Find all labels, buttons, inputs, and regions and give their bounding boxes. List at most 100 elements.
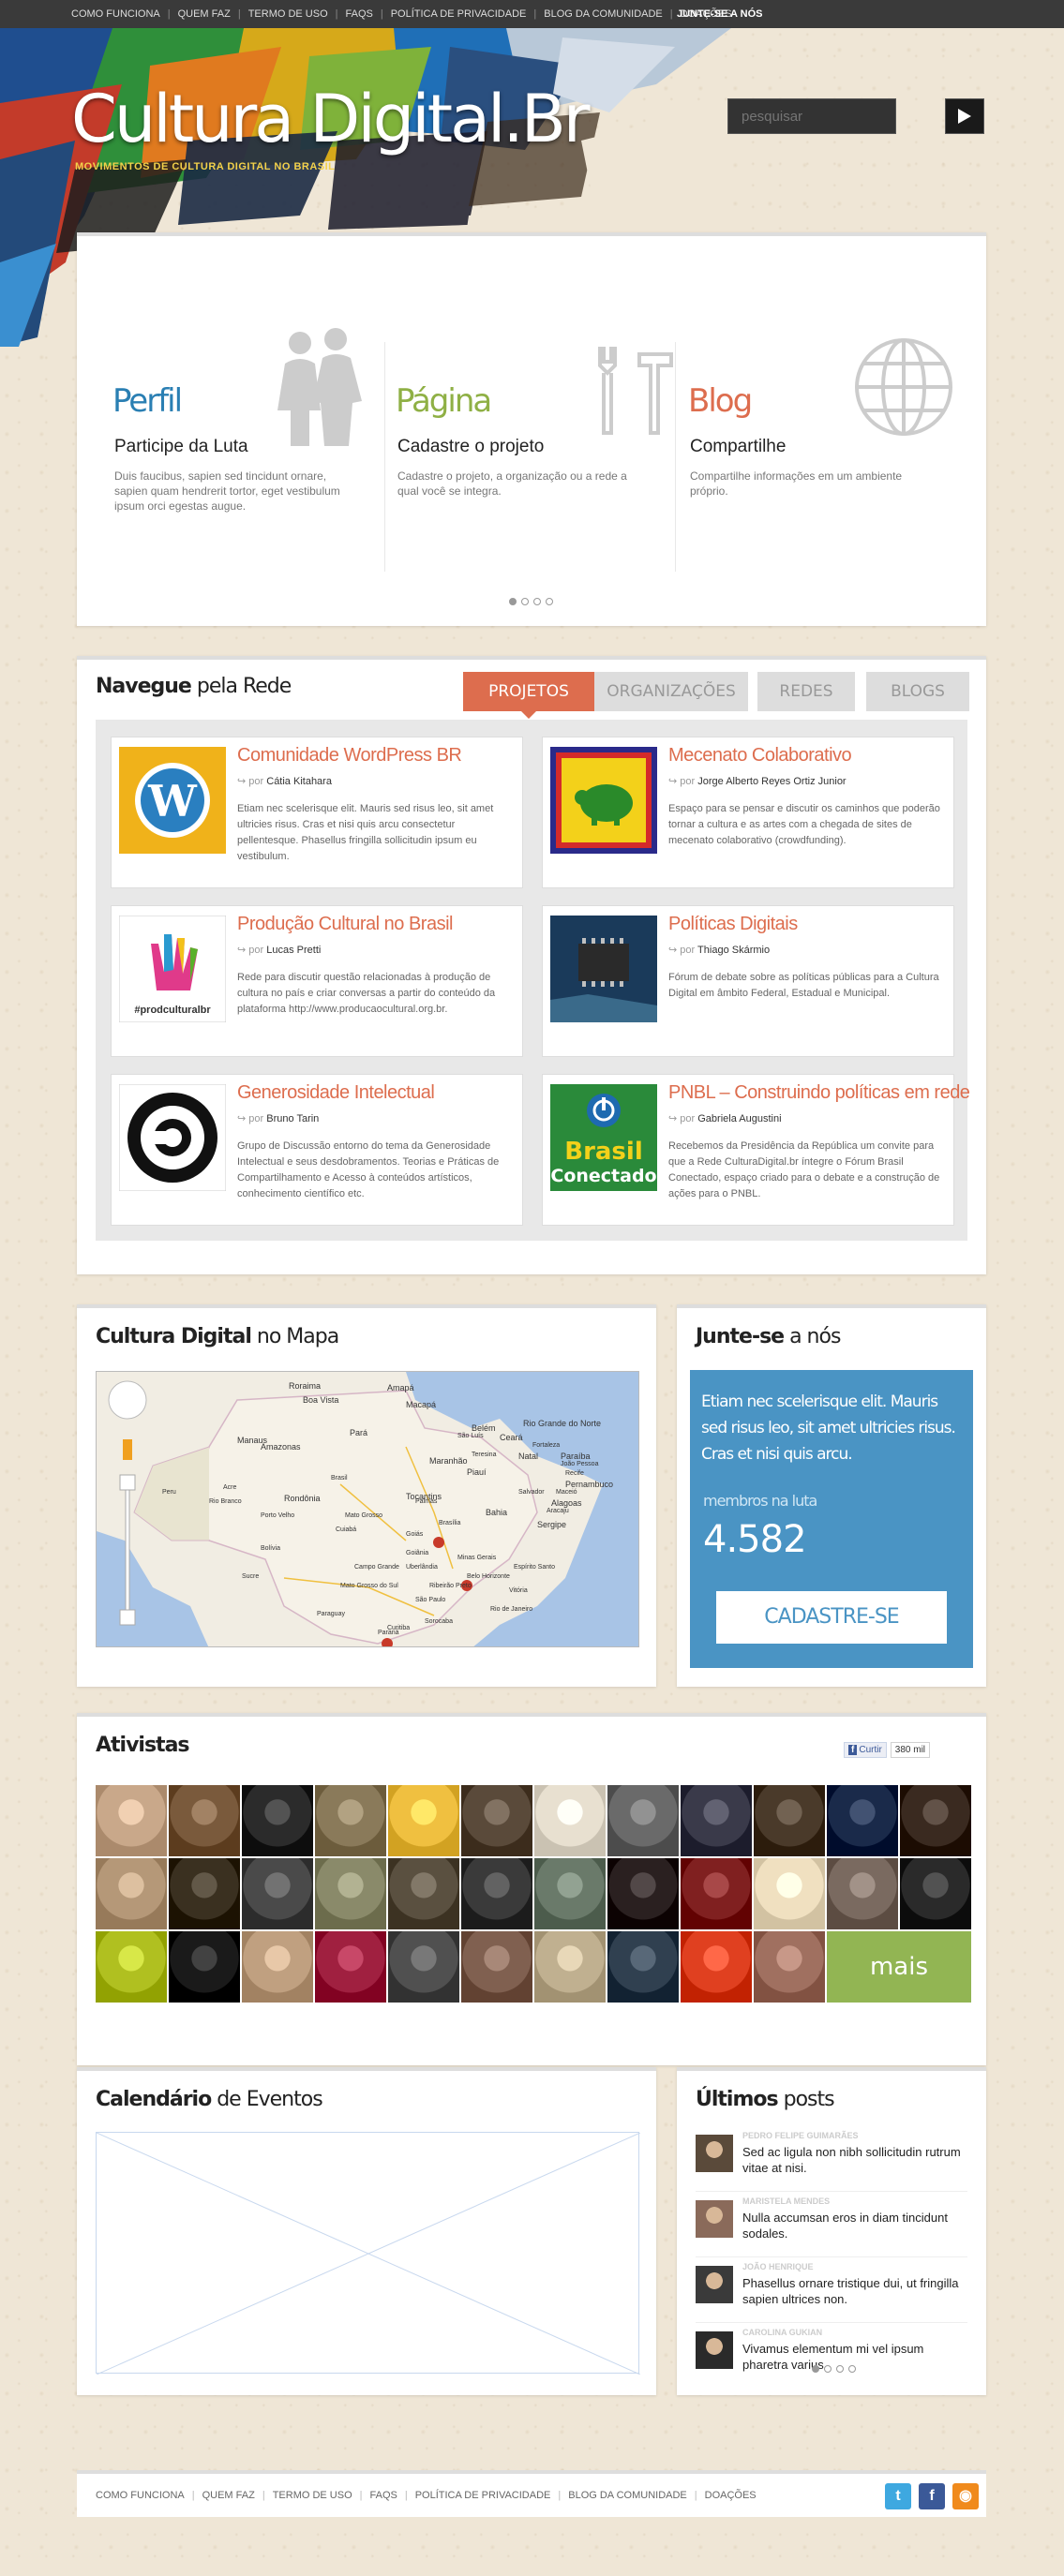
signup-button[interactable]: CADASTRE-SE — [716, 1591, 947, 1644]
activist-avatar[interactable] — [681, 1858, 752, 1929]
activist-avatar[interactable] — [534, 1785, 606, 1856]
latest-post-item[interactable]: PEDRO FELIPE GUIMARÃES Sed ac ligula non … — [696, 2131, 977, 2195]
nav-link[interactable]: FAQS — [338, 8, 381, 20]
tab-organizações[interactable]: ORGANIZAÇÕES — [594, 672, 748, 711]
tab-blogs[interactable]: BLOGS — [866, 672, 969, 711]
post-title[interactable]: Sed ac ligula non nibh sollicitudin rutr… — [742, 2144, 967, 2176]
card-title[interactable]: Comunidade WordPress BR — [237, 745, 462, 767]
card-title[interactable]: Generosidade Intelectual — [237, 1082, 435, 1104]
activist-avatar[interactable] — [754, 1931, 825, 2003]
activist-avatar[interactable] — [388, 1785, 459, 1856]
nav-link[interactable]: TERMO DE USO — [241, 8, 336, 20]
activist-avatar[interactable] — [388, 1931, 459, 2003]
search-button[interactable] — [945, 98, 984, 134]
slider-item-blog[interactable]: Blog Compartilhe Compartilhe informações e… — [688, 232, 969, 570]
activist-avatar[interactable] — [315, 1785, 386, 1856]
nav-link[interactable]: POLÍTICA DE PRIVACIDADE — [383, 8, 534, 20]
latest-post-item[interactable]: CAROLINA GUKIAN Vivamus elementum mi vel … — [696, 2328, 977, 2391]
activist-avatar[interactable] — [315, 1858, 386, 1929]
nav-link[interactable]: QUEM FAZ — [195, 2490, 262, 2501]
post-author-name[interactable]: MARISTELA MENDES — [742, 2196, 830, 2206]
pagination-dot[interactable] — [533, 598, 541, 605]
card-author-name[interactable]: Bruno Tarin — [266, 1113, 319, 1124]
activist-avatar[interactable] — [607, 1858, 679, 1929]
network-card[interactable]: W Comunidade WordPress BR ↪ por Cátia Kita… — [111, 737, 523, 888]
nav-link[interactable]: POLÍTICA DE PRIVACIDADE — [408, 2490, 559, 2501]
activist-avatar[interactable] — [754, 1785, 825, 1856]
card-title[interactable]: Políticas Digitais — [668, 914, 798, 935]
activist-avatar[interactable] — [96, 1785, 167, 1856]
card-author-name[interactable]: Jorge Alberto Reyes Ortiz Junior — [697, 776, 846, 787]
post-author-name[interactable]: PEDRO FELIPE GUIMARÃES — [742, 2131, 859, 2140]
facebook-icon[interactable]: f — [919, 2483, 945, 2509]
pagination-dot[interactable] — [509, 598, 517, 605]
card-title[interactable]: Produção Cultural no Brasil — [237, 914, 453, 935]
activist-avatar[interactable] — [607, 1785, 679, 1856]
nav-link[interactable]: COMO FUNCIONA — [71, 8, 168, 20]
post-title[interactable]: Nulla accumsan eros in diam tincidunt so… — [742, 2210, 967, 2241]
activist-avatar[interactable] — [96, 1931, 167, 2003]
slider-item-página[interactable]: Página Cadastre o projeto Cadastre o proje… — [396, 232, 677, 570]
network-card[interactable]: Brasil Conectado PNBL – Construindo políti… — [542, 1074, 970, 1226]
post-title[interactable]: Phasellus ornare tristique dui, ut fring… — [742, 2275, 967, 2307]
post-author-name[interactable]: CAROLINA GUKIAN — [742, 2328, 822, 2337]
card-title[interactable]: Mecenato Colaborativo — [668, 745, 852, 767]
activist-avatar[interactable] — [96, 1858, 167, 1929]
network-card[interactable]: #prodculturalbr Produção Cultural no Bras… — [111, 905, 523, 1057]
latest-post-item[interactable]: JOÃO HENRIQUE Phasellus ornare tristique … — [696, 2262, 977, 2326]
network-card[interactable]: Generosidade Intelectual ↪ por Bruno Tari… — [111, 1074, 523, 1226]
nav-link[interactable]: QUEM FAZ — [171, 8, 238, 20]
nav-link[interactable]: FAQS — [363, 2490, 405, 2501]
pagination-dot[interactable] — [521, 598, 529, 605]
activist-avatar[interactable] — [461, 1785, 532, 1856]
nav-link[interactable]: BLOG DA COMUNIDADE — [536, 8, 670, 20]
activist-avatar[interactable] — [315, 1931, 386, 2003]
activist-avatar[interactable] — [388, 1858, 459, 1929]
activist-avatar[interactable] — [827, 1858, 898, 1929]
twitter-icon[interactable]: t — [885, 2483, 911, 2509]
activist-avatar[interactable] — [900, 1858, 971, 1929]
activist-avatar[interactable] — [461, 1858, 532, 1929]
network-card[interactable]: Mecenato Colaborativo ↪ por Jorge Alberto… — [542, 737, 954, 888]
card-title[interactable]: PNBL – Construindo políticas em rede — [668, 1082, 970, 1104]
brazil-map[interactable]: Roraima Amapá Boa Vista Macapá Belém Manaus Am… — [96, 1371, 639, 1647]
pagination-dot[interactable] — [848, 2365, 856, 2373]
more-activists-button[interactable]: mais — [827, 1931, 971, 2003]
nav-link[interactable]: DOAÇÕES — [697, 2490, 764, 2501]
facebook-like-button[interactable]: f Curtir — [844, 1741, 887, 1758]
activist-avatar[interactable] — [534, 1931, 606, 2003]
nav-link[interactable]: COMO FUNCIONA — [96, 2490, 192, 2501]
activist-avatar[interactable] — [827, 1785, 898, 1856]
pagination-dot[interactable] — [546, 598, 553, 605]
site-logo[interactable]: Cultura Digital.Br — [71, 81, 591, 157]
post-author-name[interactable]: JOÃO HENRIQUE — [742, 2262, 814, 2271]
activist-avatar[interactable] — [607, 1931, 679, 2003]
activist-avatar[interactable] — [461, 1931, 532, 2003]
activist-avatar[interactable] — [242, 1785, 313, 1856]
nav-link[interactable]: BLOG DA COMUNIDADE — [561, 2490, 695, 2501]
activist-avatar[interactable] — [900, 1785, 971, 1856]
pagination-dot[interactable] — [812, 2365, 819, 2373]
latest-post-item[interactable]: MARISTELA MENDES Nulla accumsan eros in d… — [696, 2196, 977, 2260]
card-author-name[interactable]: Gabriela Augustini — [697, 1113, 781, 1124]
activist-avatar[interactable] — [754, 1858, 825, 1929]
card-author-name[interactable]: Thiago Skármio — [697, 945, 770, 956]
activist-avatar[interactable] — [242, 1931, 313, 2003]
tab-projetos[interactable]: PROJETOS — [463, 672, 594, 711]
activist-avatar[interactable] — [681, 1785, 752, 1856]
search-input[interactable] — [727, 98, 896, 134]
activist-avatar[interactable] — [169, 1858, 240, 1929]
pagination-dot[interactable] — [824, 2365, 832, 2373]
network-card[interactable]: Políticas Digitais ↪ por Thiago Skármio Fó… — [542, 905, 954, 1057]
activist-avatar[interactable] — [169, 1785, 240, 1856]
nav-link[interactable]: TERMO DE USO — [265, 2490, 360, 2501]
pagination-dot[interactable] — [836, 2365, 844, 2373]
rss-icon[interactable]: ◉ — [952, 2483, 979, 2509]
slider-item-perfil[interactable]: Perfil Participe da Luta Duis faucibus, sa… — [112, 232, 394, 570]
activist-avatar[interactable] — [534, 1858, 606, 1929]
activist-avatar[interactable] — [242, 1858, 313, 1929]
tab-redes[interactable]: REDES — [757, 672, 855, 711]
activist-avatar[interactable] — [169, 1931, 240, 2003]
activist-avatar[interactable] — [681, 1931, 752, 2003]
card-author-name[interactable]: Lucas Pretti — [266, 945, 321, 956]
